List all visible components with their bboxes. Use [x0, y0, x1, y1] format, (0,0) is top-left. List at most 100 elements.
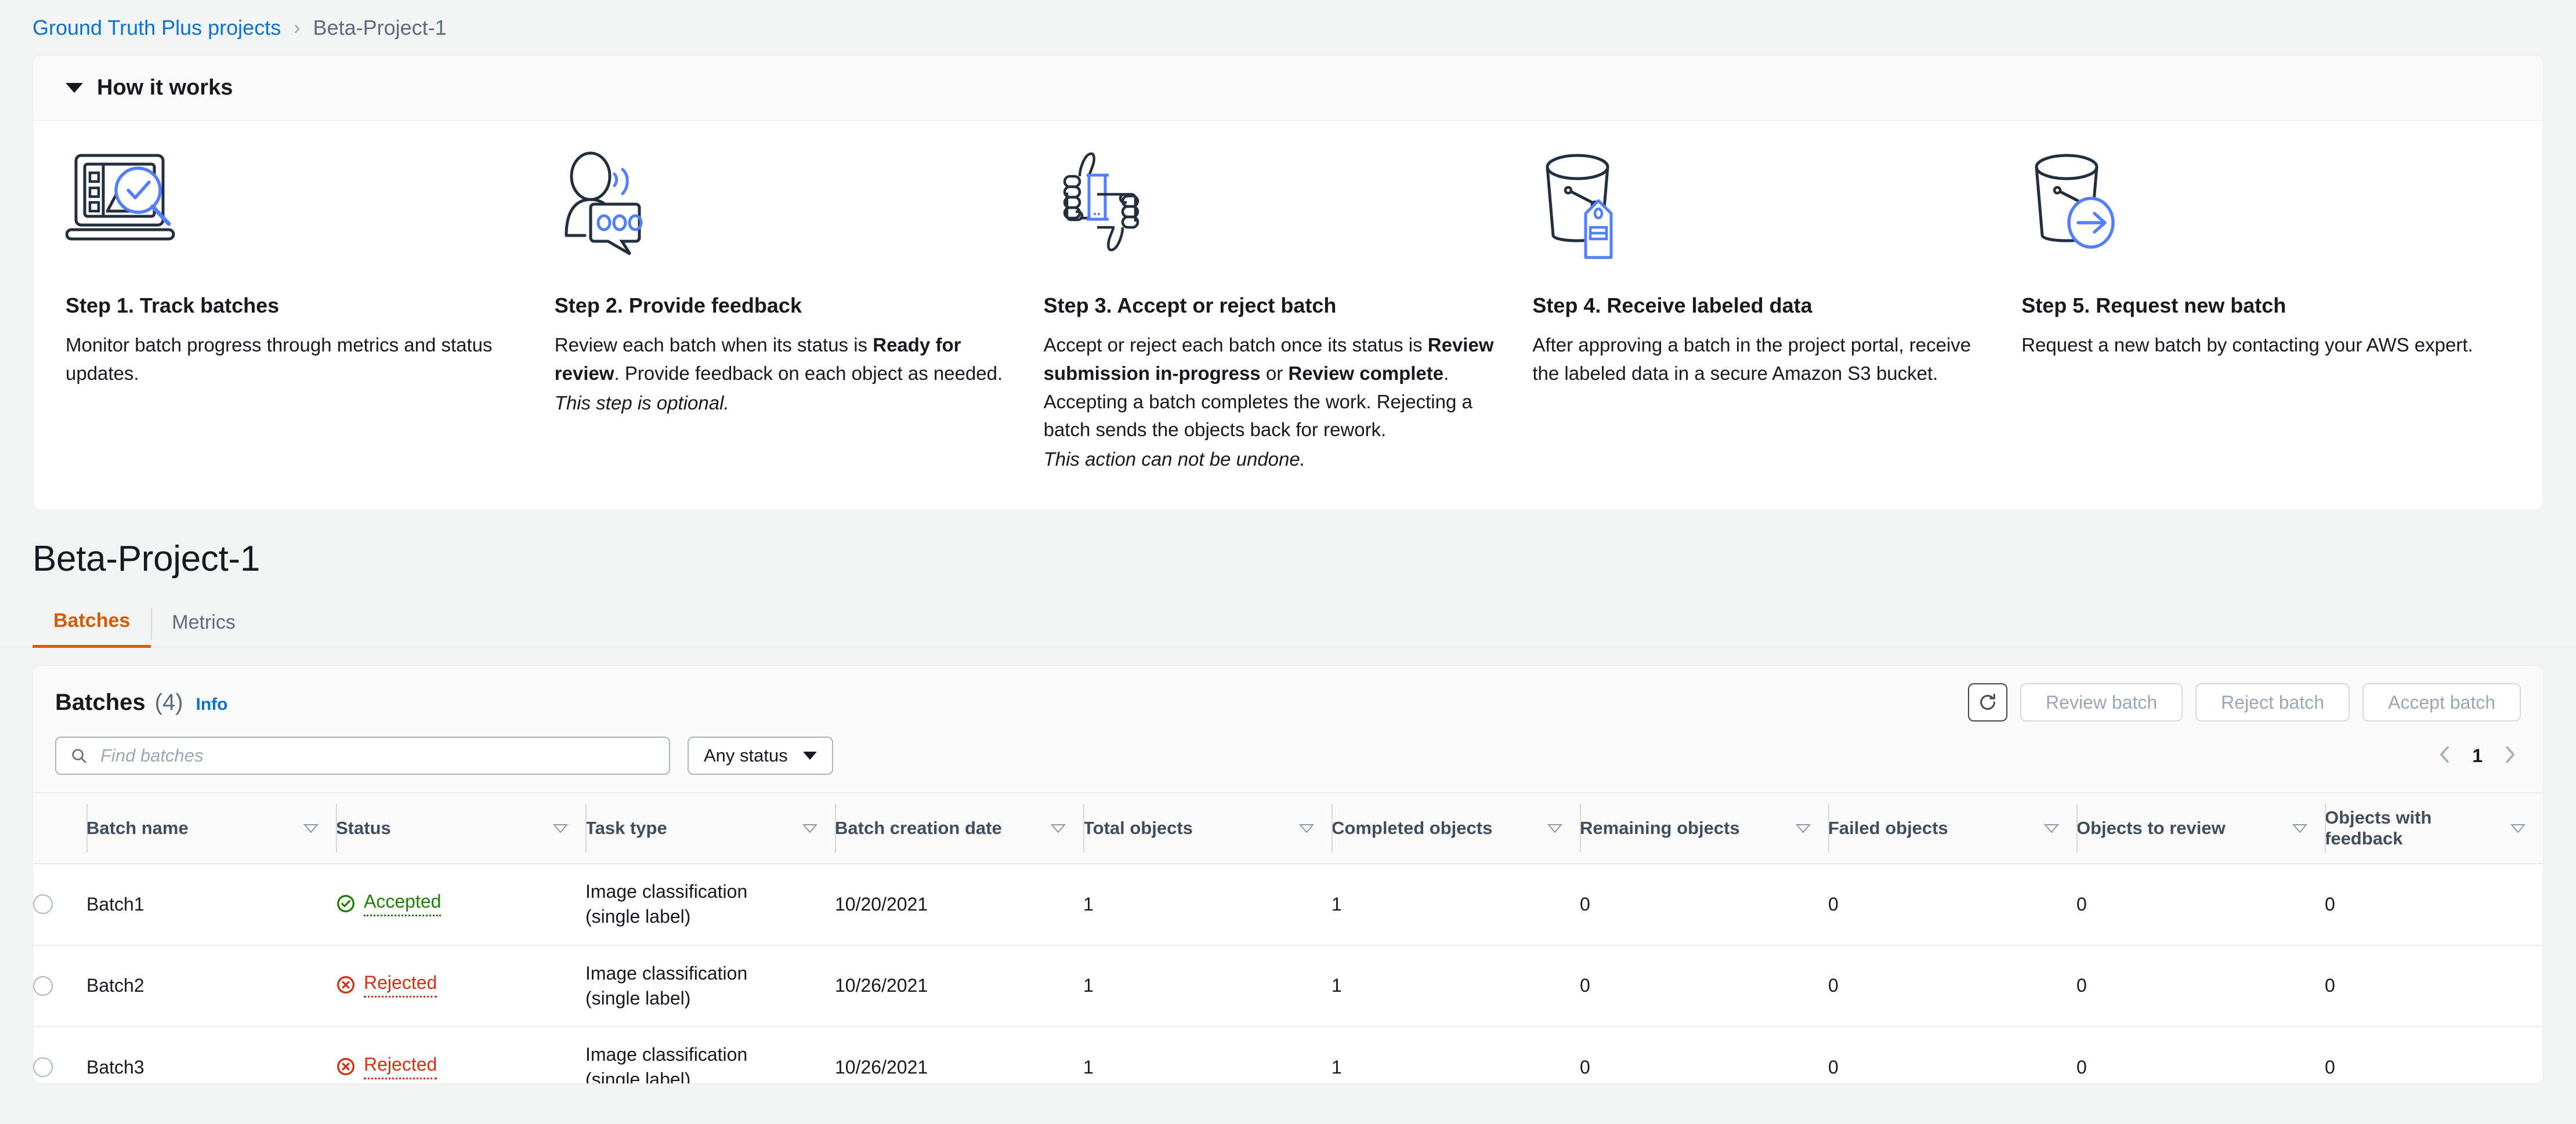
- column-label: Failed objects: [1828, 818, 1948, 839]
- caret-down-icon[interactable]: [66, 83, 83, 93]
- status-label[interactable]: Rejected: [364, 1054, 437, 1079]
- status-filter-select[interactable]: Any status: [688, 737, 833, 775]
- breadcrumb-current: Beta-Project-1: [313, 15, 447, 39]
- column-header-objects-to-review[interactable]: Objects to review: [2076, 792, 2325, 865]
- cell-total-objects: 1: [1083, 1026, 1332, 1084]
- status-badge[interactable]: Accepted: [336, 891, 442, 916]
- cell-batch-creation-date: 10/26/2021: [835, 1026, 1083, 1084]
- pagination-page-number[interactable]: 1: [2472, 745, 2483, 767]
- review-batch-button[interactable]: Review batch: [2020, 683, 2183, 722]
- column-header-total-objects[interactable]: Total objects: [1083, 792, 1332, 865]
- step-description: Accept or reject each batch once its sta…: [1043, 334, 1494, 441]
- batches-count: (4): [154, 689, 183, 715]
- sort-icon[interactable]: [2044, 824, 2059, 833]
- column-label: Batch creation date: [835, 818, 1002, 839]
- sort-icon[interactable]: [303, 824, 319, 833]
- search-box[interactable]: [55, 737, 670, 775]
- status-icon: [336, 894, 356, 913]
- step-description: Review each batch when its status is Rea…: [554, 334, 1003, 384]
- batches-card: Batches (4) Info Review batch Reject bat…: [32, 665, 2544, 1085]
- column-header-task-type[interactable]: Task type: [585, 792, 835, 865]
- thumbs-up-down-icon: [1044, 148, 1497, 270]
- tab-batches[interactable]: Batches: [32, 599, 151, 648]
- column-header-objects-with-feedback[interactable]: Objects with feedback: [2325, 792, 2543, 865]
- reject-batch-button[interactable]: Reject batch: [2195, 683, 2350, 722]
- step-card-4: Step 4. Receive labeled data After appro…: [1532, 148, 2021, 474]
- sort-icon[interactable]: [2292, 824, 2307, 833]
- batches-filter-row: Any status 1: [33, 734, 2543, 793]
- status-label[interactable]: Accepted: [364, 891, 442, 916]
- cell-objects-to-review: 0: [2076, 1026, 2325, 1084]
- status-icon: [336, 1057, 356, 1076]
- sort-icon[interactable]: [553, 824, 568, 833]
- column-header-completed-objects[interactable]: Completed objects: [1332, 792, 1580, 865]
- table-row[interactable]: Batch1 Accepted Image classification (sing…: [33, 864, 2543, 946]
- refresh-button[interactable]: [1968, 683, 2008, 722]
- chevron-left-icon[interactable]: [2437, 745, 2452, 767]
- step-note: This action can not be undone.: [1043, 448, 1305, 470]
- select-all-column: [33, 792, 86, 865]
- row-radio-button[interactable]: [33, 976, 53, 996]
- step-card-5: Step 5. Request new batch Request a new …: [2021, 148, 2510, 474]
- laptop-chart-magnifier-check-icon: [66, 148, 519, 270]
- column-label: Remaining objects: [1580, 818, 1740, 839]
- page-title: Beta-Project-1: [32, 539, 261, 579]
- cell-status: Rejected: [336, 1026, 585, 1084]
- column-label: Objects with feedback: [2325, 807, 2432, 849]
- column-label: Total objects: [1083, 818, 1193, 839]
- sort-icon[interactable]: [1051, 824, 1066, 833]
- cell-completed-objects: 1: [1332, 864, 1580, 946]
- tab-metrics-label: Metrics: [172, 611, 236, 634]
- chevron-right-icon[interactable]: [2502, 745, 2517, 767]
- step-title: Step 4. Receive labeled data: [1532, 293, 1812, 317]
- batches-header: Batches (4) Info Review batch Reject bat…: [33, 666, 2543, 735]
- reject-batch-label: Reject batch: [2221, 691, 2324, 713]
- step-description: Monitor batch progress through metrics a…: [66, 334, 493, 384]
- info-link[interactable]: Info: [196, 695, 228, 715]
- row-radio-button[interactable]: [33, 894, 53, 915]
- table-head: Batch name Status Task type Batch creati…: [33, 792, 2543, 865]
- tab-batches-label: Batches: [53, 610, 131, 632]
- column-header-failed-objects[interactable]: Failed objects: [1828, 792, 2076, 865]
- column-label: Completed objects: [1332, 818, 1493, 839]
- status-badge[interactable]: Rejected: [336, 1054, 437, 1079]
- column-header-remaining-objects[interactable]: Remaining objects: [1580, 792, 1828, 865]
- column-header-batch-creation-date[interactable]: Batch creation date: [835, 792, 1083, 865]
- how-it-works-header[interactable]: How it works: [33, 56, 2543, 121]
- table-body: Batch1 Accepted Image classification (sing…: [33, 864, 2543, 1084]
- step-title: Step 3. Accept or reject batch: [1043, 293, 1337, 317]
- step-card-1: Step 1. Track batches Monitor batch prog…: [66, 148, 555, 474]
- step-title: Step 1. Track batches: [66, 293, 280, 317]
- status-label[interactable]: Rejected: [364, 972, 437, 998]
- table-row[interactable]: Batch2 Rejected Image classification (sing…: [33, 945, 2543, 1027]
- breadcrumb-link-projects[interactable]: Ground Truth Plus projects: [32, 16, 281, 40]
- row-select-cell: [33, 864, 86, 946]
- batches-title: Batches: [55, 689, 146, 715]
- batches-table: Batch name Status Task type Batch creati…: [33, 792, 2543, 1084]
- status-badge[interactable]: Rejected: [336, 972, 437, 998]
- tab-metrics[interactable]: Metrics: [151, 601, 256, 647]
- table-row[interactable]: Batch3 Rejected Image classification (sing…: [33, 1026, 2543, 1084]
- cell-batch-name: Batch2: [86, 945, 336, 1027]
- step-title: Step 5. Request new batch: [2021, 293, 2286, 317]
- row-radio-button[interactable]: [33, 1057, 53, 1078]
- sort-icon[interactable]: [1299, 824, 1314, 833]
- how-it-works-panel: How it works Step 1. Track batches Monit…: [32, 55, 2544, 511]
- tab-bar: Batches Metrics: [0, 599, 2576, 648]
- cell-completed-objects: 1: [1332, 945, 1580, 1027]
- sort-icon[interactable]: [1796, 824, 1811, 833]
- sort-icon[interactable]: [802, 824, 817, 833]
- column-header-batch-name[interactable]: Batch name: [86, 792, 336, 865]
- status-icon: [336, 975, 356, 995]
- column-header-status[interactable]: Status: [336, 792, 585, 865]
- sort-icon[interactable]: [1547, 824, 1562, 833]
- chevron-down-icon: [802, 752, 817, 760]
- cell-failed-objects: 0: [1828, 945, 2076, 1027]
- step-description: Request a new batch by contacting your A…: [2021, 334, 2473, 356]
- accept-batch-button[interactable]: Accept batch: [2362, 683, 2521, 722]
- accept-batch-label: Accept batch: [2388, 691, 2495, 713]
- search-input[interactable]: [99, 745, 655, 767]
- cell-objects-to-review: 0: [2076, 864, 2325, 946]
- cell-status: Accepted: [336, 864, 585, 946]
- sort-icon[interactable]: [2510, 824, 2526, 833]
